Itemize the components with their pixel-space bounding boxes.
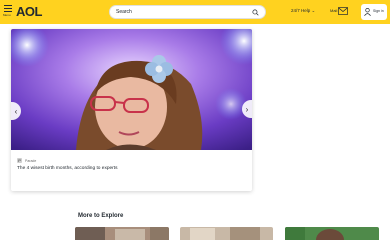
search-input[interactable]: Search [109,5,266,19]
story-source: P Parade [17,158,36,163]
menu-bar-icon [4,11,12,12]
chevron-right-icon: › [245,104,249,114]
hero-photo [11,29,252,150]
featured-story-card[interactable]: P Parade The 4 wisest birth months, acco… [11,29,252,191]
explore-thumbnail[interactable] [180,227,273,240]
user-icon [364,8,371,16]
mail-icon[interactable] [338,7,348,15]
top-header: Menu AOL Search 24/7 Help ⌄ Mail Sign in [0,0,390,24]
source-logo-icon: P [17,158,22,163]
mail-label[interactable]: Mail [330,8,337,13]
menu-bar-icon [4,8,12,9]
explore-thumbnail[interactable] [285,227,379,240]
menu-label: Menu [3,13,11,17]
help-link[interactable]: 24/7 Help ⌄ [291,8,315,14]
help-label: 24/7 Help [291,8,311,13]
explore-thumbnail-image [75,227,169,240]
hero-image[interactable] [11,29,252,150]
aol-logo[interactable]: AOL [16,4,42,19]
chevron-down-icon: ⌄ [311,8,316,13]
source-name: Parade [25,158,37,163]
search-placeholder: Search [116,9,132,15]
sign-in-button[interactable]: Sign in [361,4,387,20]
chevron-left-icon: ‹ [14,106,18,116]
menu-button[interactable]: Menu [3,5,13,19]
explore-thumbnail-image [285,227,379,240]
explore-thumbnail[interactable] [75,227,169,240]
explore-thumbnail-image [180,227,273,240]
sign-in-label: Sign in [373,9,384,13]
menu-bar-icon [4,5,12,6]
search-icon[interactable] [252,9,259,16]
more-to-explore-heading: More to Explore [78,213,124,219]
story-headline[interactable]: The 4 wisest birth months, according to … [17,166,118,171]
svg-text:P: P [18,158,21,163]
